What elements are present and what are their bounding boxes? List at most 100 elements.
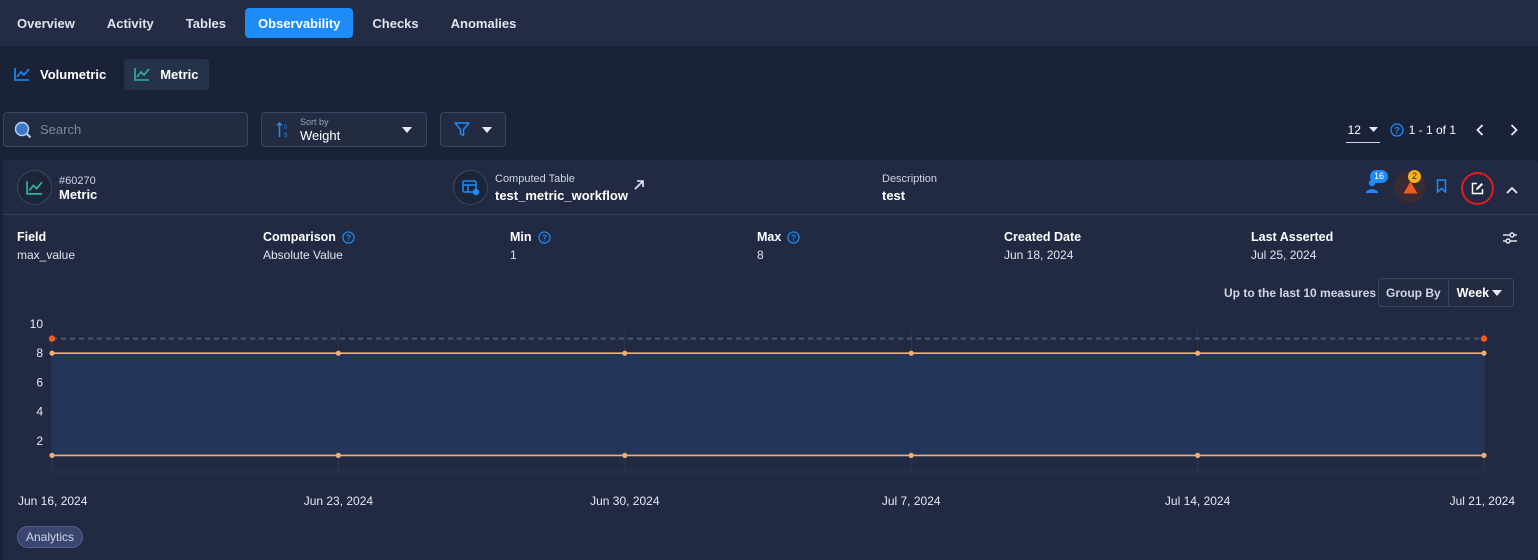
search-icon: [14, 121, 32, 138]
prop-min: Min ? 1: [510, 230, 551, 262]
chevron-right-icon: [1510, 124, 1518, 136]
tab-checks[interactable]: Checks: [359, 8, 431, 38]
y-tick-label: 2: [36, 434, 43, 448]
metric-chart: 2 4 6 8 10 Jun 16, 2024 Jun 23, 2024 Jun 30, 20…: [18, 317, 1516, 508]
bookmark-button[interactable]: [1436, 179, 1447, 198]
sub-nav: Volumetric Metric: [0, 46, 1538, 102]
prop-max: Max ? 8: [757, 230, 801, 262]
filter-button[interactable]: [440, 112, 506, 147]
chevron-down-icon: [482, 126, 492, 133]
page-range: 1 - 1 of 1: [1408, 123, 1456, 137]
chevron-up-icon: [1506, 186, 1518, 194]
tab-anomalies[interactable]: Anomalies: [438, 8, 530, 38]
search-input[interactable]: [40, 122, 230, 137]
y-tick-label: 6: [36, 375, 43, 389]
pagination: 12 ? 1 - 1 of 1: [1345, 117, 1538, 143]
y-tick-label: 4: [36, 405, 43, 419]
prop-created-date: Created Date Jun 18, 2024: [1004, 230, 1081, 262]
data-point: [622, 452, 628, 458]
max-label: Max: [757, 230, 782, 244]
svg-text:9: 9: [284, 133, 288, 139]
prev-page-button[interactable]: [1470, 120, 1490, 140]
table-badge: [453, 170, 488, 205]
svg-text:?: ?: [541, 232, 546, 242]
subtab-volumetric-label: Volumetric: [40, 66, 107, 82]
data-point: [1481, 452, 1487, 458]
svg-text:?: ?: [1394, 125, 1400, 135]
group-by-value: Week: [1456, 285, 1490, 300]
y-tick-label: 8: [36, 346, 43, 360]
top-nav: Overview Activity Tables Observability C…: [0, 0, 1538, 46]
prop-last-asserted: Last Asserted Jul 25, 2024: [1251, 230, 1333, 262]
help-icon[interactable]: ?: [537, 230, 551, 244]
tab-activity[interactable]: Activity: [94, 8, 167, 38]
computed-table-label: Computed Table: [495, 173, 575, 185]
group-by-select[interactable]: Group By Week: [1378, 278, 1514, 307]
created-date-label: Created Date: [1004, 230, 1082, 244]
sort-label: Sort by: [300, 116, 329, 127]
users-count-badge: 16: [1370, 170, 1389, 183]
data-point: [335, 350, 341, 356]
help-icon[interactable]: ?: [342, 230, 355, 244]
min-label: Min: [510, 230, 532, 244]
last-asserted-value: Jul 25, 2024: [1251, 248, 1317, 262]
data-point: [1195, 452, 1201, 458]
x-tick-label: Jul 21, 2024: [1450, 494, 1516, 508]
next-page-button[interactable]: [1504, 120, 1524, 140]
sliders-icon[interactable]: [1503, 232, 1517, 244]
subtab-volumetric[interactable]: Volumetric: [4, 59, 116, 90]
check-type: Metric: [59, 187, 98, 202]
edit-button[interactable]: [1461, 172, 1494, 205]
tab-overview[interactable]: Overview: [4, 8, 88, 38]
sort-icon: 09: [276, 121, 288, 139]
prop-comparison: Comparison ? Absolute Value: [263, 230, 355, 262]
min-value: 1: [510, 248, 517, 262]
tab-observability[interactable]: Observability: [245, 8, 354, 38]
line-chart-icon: [14, 68, 30, 81]
y-tick-label: 10: [30, 317, 44, 331]
last-asserted-label: Last Asserted: [1251, 230, 1334, 244]
range-band: [52, 353, 1484, 456]
svg-text:0: 0: [284, 125, 288, 131]
line-chart-icon: [134, 68, 150, 81]
subtab-metric[interactable]: Metric: [124, 58, 209, 90]
data-point: [49, 452, 55, 458]
svg-text:?: ?: [791, 232, 796, 242]
group-by-label: Group By: [1379, 279, 1449, 306]
anomaly-point: [1480, 335, 1488, 342]
help-icon[interactable]: ?: [787, 230, 801, 244]
x-tick-label: Jun 23, 2024: [304, 494, 374, 508]
x-tick-label: Jun 16, 2024: [18, 494, 88, 508]
tag-analytics[interactable]: Analytics: [17, 526, 84, 548]
anomaly-point: [48, 335, 56, 342]
subtab-metric-label: Metric: [160, 66, 199, 82]
table-icon: [461, 179, 479, 195]
prop-field: Field max_value: [17, 230, 75, 262]
computed-table-name: test_metric_workflow: [495, 188, 628, 203]
chevron-left-icon: [1476, 124, 1484, 136]
collapse-button[interactable]: [1506, 181, 1518, 199]
chevron-down-icon: [1492, 290, 1502, 296]
data-point: [335, 452, 341, 458]
help-icon[interactable]: ?: [1389, 123, 1404, 137]
data-point: [1195, 350, 1201, 356]
bookmark-icon: [1436, 179, 1447, 194]
chevron-down-icon: [1368, 127, 1378, 132]
data-point: [1481, 350, 1487, 356]
max-value: 8: [757, 248, 764, 262]
filter-icon: [454, 122, 470, 137]
line-chart-icon: [26, 181, 43, 195]
field-value: max_value: [17, 248, 76, 262]
data-point: [908, 452, 914, 458]
per-page-value: 12: [1347, 122, 1361, 137]
description-label: Description: [882, 173, 938, 185]
svg-text:?: ?: [346, 232, 351, 242]
sort-select[interactable]: 09 Sort by Weight: [261, 112, 427, 147]
external-link-icon[interactable]: [633, 179, 645, 191]
check-type-badge: [17, 170, 52, 205]
tab-tables[interactable]: Tables: [173, 8, 239, 38]
per-page-select[interactable]: 12: [1345, 117, 1380, 143]
chevron-down-icon: [402, 127, 412, 133]
edit-icon: [1471, 182, 1484, 195]
measures-note: Up to the last 10 measures: [1224, 286, 1377, 300]
